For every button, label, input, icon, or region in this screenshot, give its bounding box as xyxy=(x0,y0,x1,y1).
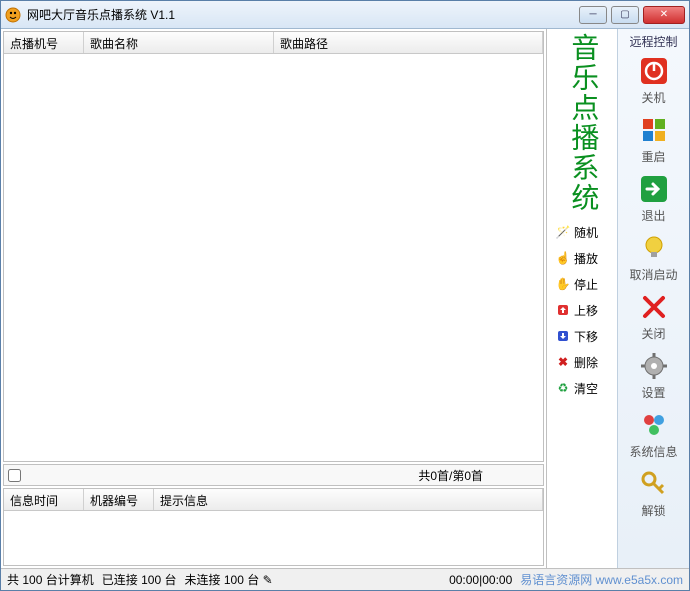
cancel-start-button[interactable]: 取消启动 xyxy=(624,232,684,283)
side-column: 音乐点播系统 🪄随机 ☝播放 ✋停止 上移 下移 ✖删除 ♻清空 xyxy=(547,29,617,568)
status-connected: 已连接 100 台 xyxy=(102,571,177,588)
sysinfo-icon xyxy=(638,409,670,441)
col-song-path[interactable]: 歌曲路径 xyxy=(274,32,543,53)
col-msg-time[interactable]: 信息时间 xyxy=(4,489,84,510)
stop-button[interactable]: ✋停止 xyxy=(552,273,612,295)
restart-button[interactable]: 重启 xyxy=(624,114,684,165)
sysinfo-button[interactable]: 系统信息 xyxy=(624,409,684,460)
power-icon xyxy=(638,55,670,87)
recycle-icon: ♻ xyxy=(556,381,570,395)
settings-button[interactable]: 设置 xyxy=(624,350,684,401)
random-button[interactable]: 🪄随机 xyxy=(552,221,612,243)
watermark: 易语言资源网 www.e5a5x.com xyxy=(520,571,683,588)
remote-control-header: 远程控制 xyxy=(629,31,677,51)
col-machine-id[interactable]: 机器编号 xyxy=(84,489,154,510)
hand-icon: ☝ xyxy=(556,251,570,265)
exit-button[interactable]: 退出 xyxy=(624,173,684,224)
wand-icon: 🪄 xyxy=(556,225,570,239)
status-total: 共 100 台计算机 xyxy=(7,571,94,588)
down-button[interactable]: 下移 xyxy=(552,325,612,347)
col-song-name[interactable]: 歌曲名称 xyxy=(84,32,274,53)
up-button[interactable]: 上移 xyxy=(552,299,612,321)
message-body[interactable] xyxy=(4,511,543,565)
shutdown-button[interactable]: 关机 xyxy=(624,55,684,106)
close-button[interactable]: 关闭 xyxy=(624,291,684,342)
arrow-right-icon xyxy=(638,173,670,205)
bulb-icon xyxy=(638,232,670,264)
x-icon: ✖ xyxy=(556,355,570,369)
delete-button[interactable]: ✖删除 xyxy=(552,351,612,373)
select-all-checkbox[interactable] xyxy=(8,469,21,482)
gear-icon xyxy=(638,350,670,382)
right-panel: 远程控制 关机 重启 退出 取消启动 关闭 xyxy=(617,29,689,568)
pencil-icon: ✎ xyxy=(263,573,273,587)
playlist-body[interactable] xyxy=(4,54,543,461)
col-msg-info[interactable]: 提示信息 xyxy=(154,489,543,510)
arrow-up-icon xyxy=(556,303,570,317)
status-time: 00:00|00:00 xyxy=(449,573,512,587)
message-table: 信息时间 机器编号 提示信息 xyxy=(3,488,544,566)
minimize-button[interactable]: ─ xyxy=(579,6,607,24)
status-disconnected: 未连接 100 台 ✎ xyxy=(185,571,273,588)
close-window-button[interactable]: ✕ xyxy=(643,6,685,24)
red-x-icon xyxy=(638,291,670,323)
window-title: 网吧大厅音乐点播系统 V1.1 xyxy=(27,6,575,23)
stop-hand-icon: ✋ xyxy=(556,277,570,291)
playlist-header: 点播机号 歌曲名称 歌曲路径 xyxy=(4,32,543,54)
clear-button[interactable]: ♻清空 xyxy=(552,377,612,399)
message-header: 信息时间 机器编号 提示信息 xyxy=(4,489,543,511)
playlist-table: 点播机号 歌曲名称 歌曲路径 xyxy=(3,31,544,462)
app-icon xyxy=(5,7,21,23)
key-icon xyxy=(638,468,670,500)
maximize-button[interactable]: ▢ xyxy=(611,6,639,24)
unlock-button[interactable]: 解锁 xyxy=(624,468,684,519)
arrow-down-icon xyxy=(556,329,570,343)
col-machine-no[interactable]: 点播机号 xyxy=(4,32,84,53)
song-count: 共0首/第0首 xyxy=(418,467,543,484)
titlebar: 网吧大厅音乐点播系统 V1.1 ─ ▢ ✕ xyxy=(1,1,689,29)
windows-icon xyxy=(638,114,670,146)
statusbar: 共 100 台计算机 已连接 100 台 未连接 100 台 ✎ 00:00|0… xyxy=(1,568,689,590)
play-button[interactable]: ☝播放 xyxy=(552,247,612,269)
vertical-banner: 音乐点播系统 xyxy=(567,33,598,213)
midbar: 共0首/第0首 xyxy=(3,464,544,486)
